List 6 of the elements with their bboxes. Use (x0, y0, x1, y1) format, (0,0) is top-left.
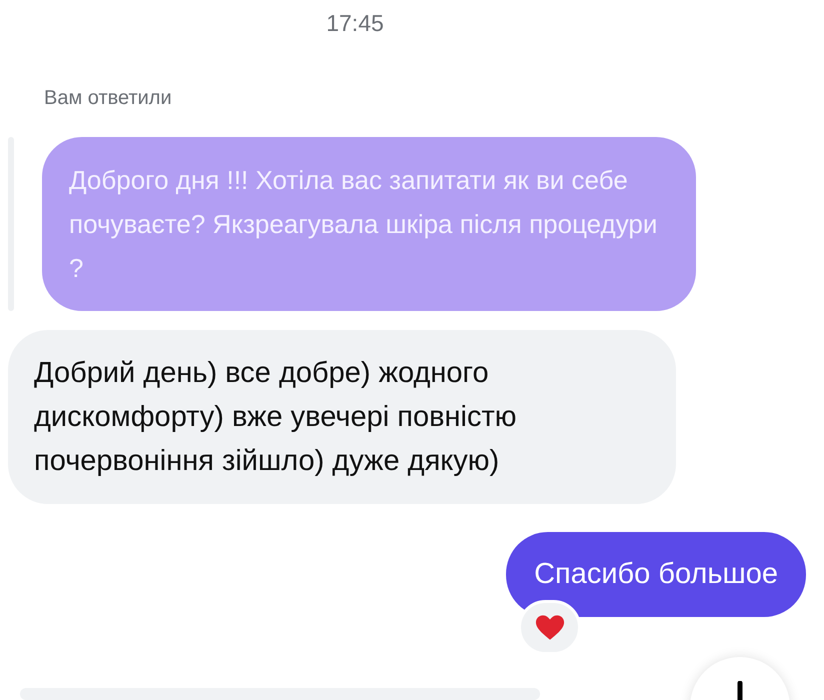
reply-label: Вам ответили (43, 86, 172, 110)
timestamp: 17:45 (325, 9, 385, 38)
message-bubble: Спасибо большое (506, 532, 806, 617)
message-bubble: Добрий день) все добре) жодного дискомфорту) вже увечері повністю почервоніння зійшло) дуже дякую) (8, 330, 676, 504)
quoted-message: Доброго дня !!! Хотіла вас запитати як ви себе почуваєте? Якзреагувала шкіра після процедури ? (42, 137, 696, 311)
heart-icon (534, 614, 565, 641)
